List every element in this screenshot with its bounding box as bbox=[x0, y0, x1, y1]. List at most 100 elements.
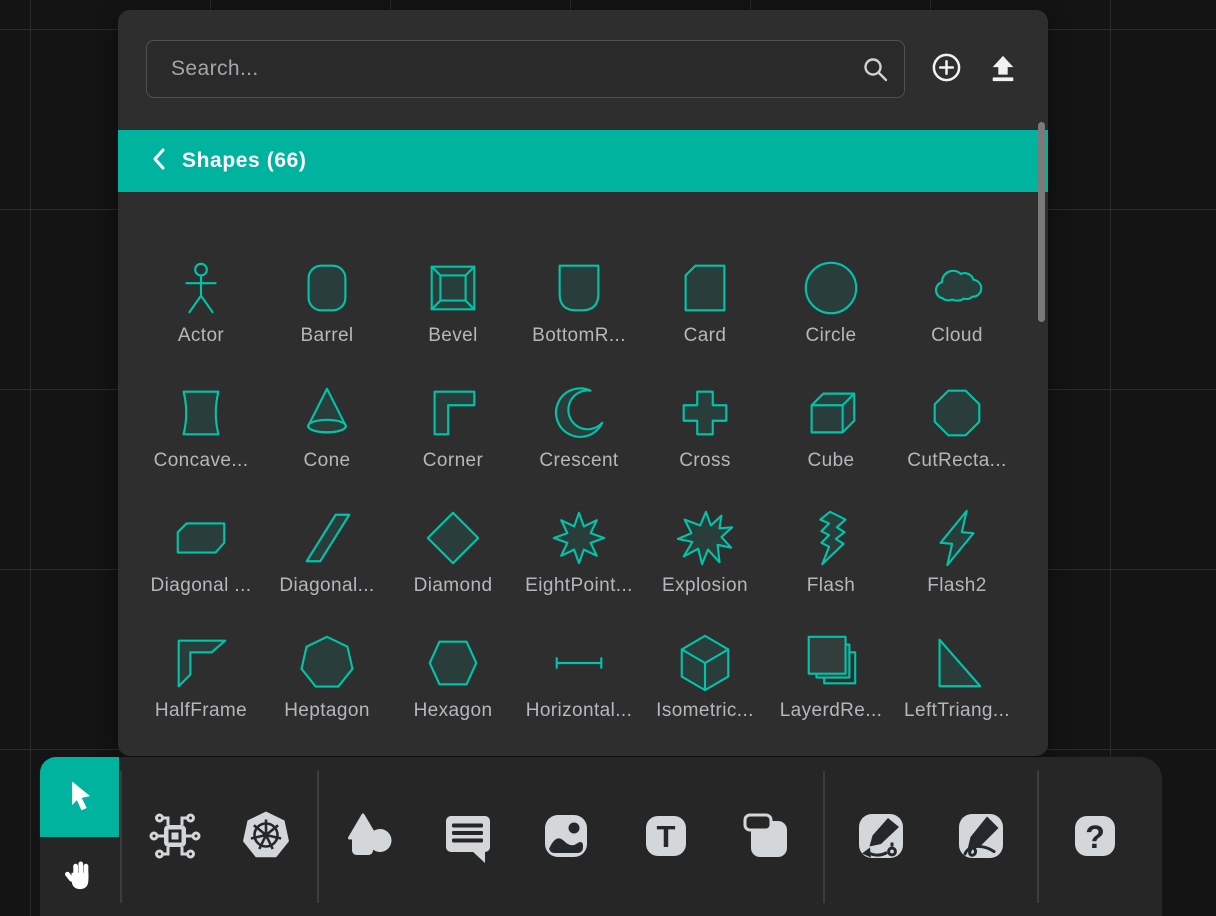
svg-text:T: T bbox=[657, 819, 676, 854]
shape-item-cut-rectangle[interactable]: CutRecta... bbox=[894, 351, 1020, 476]
shape-item-diamond[interactable]: Diamond bbox=[390, 476, 516, 601]
shape-item-bevel[interactable]: Bevel bbox=[390, 226, 516, 351]
shape-item-diagonal-stripe[interactable]: Diagonal... bbox=[264, 476, 390, 601]
shape-item-label: Hexagon bbox=[414, 700, 493, 722]
pencil-scribble-icon bbox=[953, 808, 1009, 867]
category-header[interactable]: Shapes (66) bbox=[118, 130, 1048, 192]
image-tool-button[interactable] bbox=[538, 809, 594, 865]
shape-item-label: Flash2 bbox=[927, 575, 986, 597]
shapes-scrollbar-thumb[interactable] bbox=[1038, 122, 1045, 322]
cloud-shape-icon bbox=[926, 257, 988, 319]
shape-item-label: Cross bbox=[679, 450, 731, 472]
shape-item-label: LeftTriang... bbox=[904, 700, 1010, 722]
comment-tool-button[interactable] bbox=[438, 809, 494, 865]
diagonal-stripe-shape-icon bbox=[296, 507, 358, 569]
category-title: Shapes (66) bbox=[182, 149, 306, 173]
shape-item-label: Diagonal... bbox=[279, 575, 374, 597]
card-shape-icon bbox=[674, 257, 736, 319]
flash2-shape-icon bbox=[926, 507, 988, 569]
shape-item-cloud[interactable]: Cloud bbox=[894, 226, 1020, 351]
shape-item-cube[interactable]: Cube bbox=[768, 351, 894, 476]
shape-item-explosion[interactable]: Explosion bbox=[642, 476, 768, 601]
toolbar-separator bbox=[317, 771, 319, 903]
eight-point-star-shape-icon bbox=[548, 507, 610, 569]
text-tool-button[interactable]: T bbox=[638, 809, 694, 865]
shape-item-diagonal-rectangle[interactable]: Diagonal ... bbox=[138, 476, 264, 601]
shape-item-concave-rectangle[interactable]: Concave... bbox=[138, 351, 264, 476]
select-tool-button[interactable] bbox=[40, 757, 119, 837]
cross-shape-icon bbox=[674, 382, 736, 444]
shape-item-isometric-cube[interactable]: Isometric... bbox=[642, 601, 768, 726]
shape-item-corner[interactable]: Corner bbox=[390, 351, 516, 476]
canvas-workspace[interactable]: Shapes (66) Actor Barrel BevelBottomR... Ca… bbox=[0, 0, 1216, 916]
shape-item-cone[interactable]: Cone bbox=[264, 351, 390, 476]
shape-item-hexagon[interactable]: Hexagon bbox=[390, 601, 516, 726]
hexagon-shape-icon bbox=[422, 632, 484, 694]
toolbar-separator bbox=[1037, 771, 1039, 903]
upload-button[interactable] bbox=[988, 53, 1018, 86]
shapes-icon bbox=[342, 808, 398, 867]
shape-item-cross[interactable]: Cross bbox=[642, 351, 768, 476]
shape-item-flash2[interactable]: Flash2 bbox=[894, 476, 1020, 601]
shape-item-barrel[interactable]: Barrel bbox=[264, 226, 390, 351]
help-tool-button[interactable]: ? bbox=[1067, 809, 1123, 865]
edge-pen-tool-button[interactable] bbox=[853, 809, 909, 865]
kubernetes-wheel-icon bbox=[238, 808, 294, 867]
add-circle-icon bbox=[931, 52, 962, 86]
shape-item-flash[interactable]: Flash bbox=[768, 476, 894, 601]
pointer-tool-column bbox=[40, 757, 119, 916]
add-circle-button[interactable] bbox=[931, 52, 962, 86]
search-input[interactable] bbox=[146, 40, 905, 98]
shape-item-horizontal-line[interactable]: Horizontal... bbox=[516, 601, 642, 726]
concave-rectangle-shape-icon bbox=[170, 382, 232, 444]
search-icon bbox=[861, 55, 889, 88]
shape-item-label: Flash bbox=[807, 575, 855, 597]
toolbar-separator bbox=[823, 771, 825, 903]
barrel-shape-icon bbox=[296, 257, 358, 319]
components-tool-button[interactable] bbox=[147, 809, 203, 865]
shapes-grid: Actor Barrel BevelBottomR... Card Circle Clou… bbox=[138, 226, 1020, 726]
kubernetes-tool-button[interactable] bbox=[238, 809, 294, 865]
shape-item-label: Crescent bbox=[539, 450, 618, 472]
diagonal-rectangle-shape-icon bbox=[170, 507, 232, 569]
shape-item-label: Explosion bbox=[662, 575, 748, 597]
shape-item-left-triangle[interactable]: LeftTriang... bbox=[894, 601, 1020, 726]
shape-item-half-frame[interactable]: HalfFrame bbox=[138, 601, 264, 726]
layered-rectangle-shape-icon bbox=[800, 632, 862, 694]
chevron-left-icon bbox=[151, 147, 167, 176]
actor-shape-icon bbox=[170, 257, 232, 319]
corner-shape-icon bbox=[422, 382, 484, 444]
cone-shape-icon bbox=[296, 382, 358, 444]
half-frame-shape-icon bbox=[170, 632, 232, 694]
shape-item-card[interactable]: Card bbox=[642, 226, 768, 351]
shape-item-heptagon[interactable]: Heptagon bbox=[264, 601, 390, 726]
toolbar-separator bbox=[120, 771, 122, 903]
shape-item-label: Card bbox=[684, 325, 727, 347]
circle-shape-icon bbox=[800, 257, 862, 319]
isometric-cube-shape-icon bbox=[674, 632, 736, 694]
shape-item-crescent[interactable]: Crescent bbox=[516, 351, 642, 476]
freehand-draw-tool-button[interactable] bbox=[953, 809, 1009, 865]
shape-item-label: Cone bbox=[303, 450, 350, 472]
shape-item-label: Concave... bbox=[154, 450, 249, 472]
pen-path-icon bbox=[853, 808, 909, 867]
search-row bbox=[118, 10, 1048, 98]
shape-item-label: Diamond bbox=[414, 575, 493, 597]
shape-item-actor[interactable]: Actor bbox=[138, 226, 264, 351]
shape-item-bottom-round-rectangle[interactable]: BottomR... bbox=[516, 226, 642, 351]
shape-item-circle[interactable]: Circle bbox=[768, 226, 894, 351]
cursor-icon bbox=[62, 777, 98, 816]
shape-item-label: Heptagon bbox=[284, 700, 370, 722]
shape-item-label: Barrel bbox=[300, 325, 353, 347]
flash-shape-icon bbox=[800, 507, 862, 569]
shape-item-eight-point-star[interactable]: EightPoint... bbox=[516, 476, 642, 601]
shape-item-layered-rectangle[interactable]: LayerdRe... bbox=[768, 601, 894, 726]
shape-item-label: Circle bbox=[806, 325, 857, 347]
pan-tool-button[interactable] bbox=[40, 837, 119, 916]
shapes-tool-button[interactable] bbox=[342, 809, 398, 865]
shapes-panel: Shapes (66) Actor Barrel BevelBottomR... Ca… bbox=[118, 10, 1048, 756]
bottom-round-rectangle-shape-icon bbox=[548, 257, 610, 319]
circuit-chip-icon bbox=[147, 808, 203, 867]
image-icon bbox=[538, 808, 594, 867]
note-tool-button[interactable] bbox=[738, 809, 794, 865]
